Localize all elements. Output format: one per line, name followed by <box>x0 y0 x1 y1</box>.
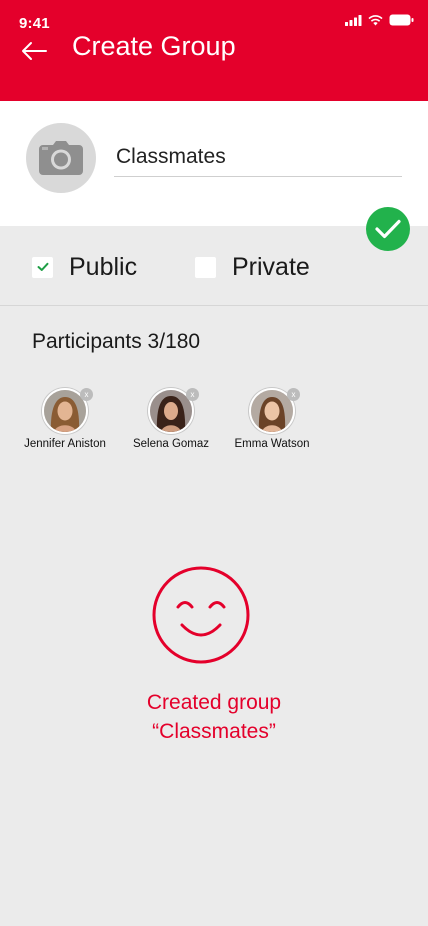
back-arrow-icon[interactable] <box>20 36 52 66</box>
camera-icon <box>39 141 83 175</box>
private-checkbox[interactable] <box>195 256 216 278</box>
remove-participant-button[interactable]: x <box>287 388 300 401</box>
participant-item: x Selena Gomaz <box>121 388 221 450</box>
app-header: 9:41 Create Group <box>0 0 428 101</box>
participants-list: x Jennifer Aniston x Selena Gomaz x Emma… <box>0 388 428 458</box>
group-name-input[interactable] <box>114 137 402 177</box>
smiley-icon <box>152 566 250 664</box>
battery-icon <box>389 14 414 26</box>
created-message-line: Created group <box>146 691 282 714</box>
group-photo-button[interactable] <box>26 123 96 193</box>
created-group-name: “Classmates” <box>152 720 276 743</box>
group-info-card <box>0 101 428 226</box>
participant-name: Selena Gomaz <box>132 438 210 450</box>
remove-participant-button[interactable]: x <box>186 388 199 401</box>
participants-count: Participants 3/180 <box>32 330 201 353</box>
private-label: Private <box>232 252 310 281</box>
page-title: Create Group <box>72 31 236 61</box>
public-checkbox[interactable] <box>32 256 53 278</box>
private-option[interactable]: Private <box>195 252 310 282</box>
status-icons <box>345 14 414 26</box>
check-icon <box>37 262 48 271</box>
wifi-icon <box>368 14 383 25</box>
participant-item: x Jennifer Aniston <box>15 388 115 450</box>
participant-name: Jennifer Aniston <box>24 438 106 450</box>
public-option[interactable]: Public <box>32 252 137 282</box>
remove-participant-button[interactable]: x <box>80 388 93 401</box>
participant-name: Emma Watson <box>234 438 310 450</box>
signal-icon <box>345 14 362 26</box>
created-group-message: Created group “Classmates” <box>0 688 428 746</box>
participant-item: x Emma Watson <box>222 388 322 450</box>
privacy-options: Public Private <box>0 226 428 306</box>
public-label: Public <box>69 252 138 281</box>
status-time: 9:41 <box>19 15 50 32</box>
checkmark-icon <box>375 219 401 239</box>
confirm-button[interactable] <box>366 207 410 251</box>
